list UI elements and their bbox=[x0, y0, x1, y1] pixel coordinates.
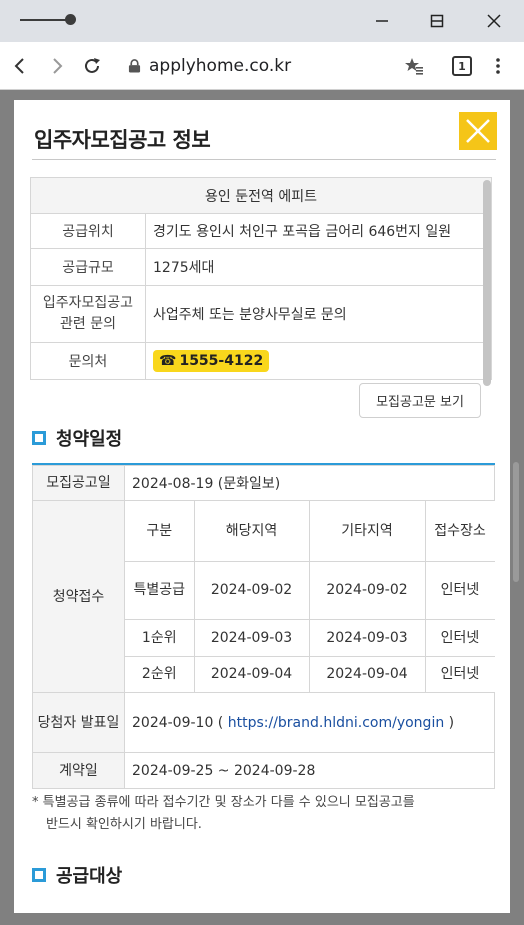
lock-icon bbox=[128, 59, 141, 73]
table-row: 공급위치 경기도 용인시 처인구 포곡읍 금어리 646번지 일원 bbox=[30, 213, 492, 249]
zoom-slider-track[interactable] bbox=[20, 19, 70, 21]
favorites-button[interactable] bbox=[400, 52, 428, 80]
supply-target-heading-text: 공급대상 bbox=[56, 866, 123, 887]
phone-icon: ☎ bbox=[159, 353, 177, 369]
close-icon bbox=[487, 14, 501, 28]
back-arrow-icon bbox=[14, 58, 24, 74]
other-date: 2024-09-02 bbox=[308, 560, 426, 620]
winner-date: 2024-09-10 ( bbox=[132, 714, 224, 731]
page-scrollbar[interactable] bbox=[513, 462, 519, 582]
inquiry-label-line1: 입주자모집공고 bbox=[42, 295, 134, 311]
footnote-line1: * 특별공급 종류에 따라 접수기간 및 장소가 다를 수 있으니 모집공고를 bbox=[32, 795, 415, 810]
modal-close-button[interactable] bbox=[459, 112, 497, 150]
complex-name: 용인 둔전역 에피트 bbox=[30, 177, 492, 214]
inquiry-label: 입주자모집공고 관련 문의 bbox=[30, 285, 146, 343]
tab-count-button[interactable]: 1 bbox=[452, 56, 472, 76]
maximize-button[interactable] bbox=[423, 8, 451, 34]
table-row: 구분 해당지역 기타지역 접수장소 bbox=[125, 501, 495, 562]
url-text: applyhome.co.kr bbox=[149, 56, 292, 76]
phone-number: 1555-4122 bbox=[179, 353, 264, 369]
table-row: 문의처 ☎ 1555-4122 bbox=[30, 342, 492, 380]
forward-arrow-icon bbox=[53, 58, 63, 74]
local-date: 2024-09-02 bbox=[193, 560, 310, 620]
reload-button[interactable] bbox=[78, 52, 106, 80]
apply-label: 청약접수 bbox=[32, 500, 125, 693]
column-header: 접수장소 bbox=[424, 501, 495, 562]
phone-badge[interactable]: ☎ 1555-4122 bbox=[153, 350, 270, 372]
table-row: 입주자모집공고 관련 문의 사업주체 또는 분양사무실로 문의 bbox=[30, 285, 492, 343]
apply-place: 인터넷 bbox=[424, 560, 495, 620]
minimize-button-2[interactable] bbox=[368, 8, 396, 34]
back-button[interactable] bbox=[6, 52, 34, 80]
schedule-footnote: * 특별공급 종류에 따라 접수기간 및 장소가 다를 수 있으니 모집공고를 … bbox=[32, 792, 500, 836]
table-row: 1순위 2024-09-03 2024-09-03 인터넷 bbox=[125, 618, 495, 657]
winner-link[interactable]: https://brand.hldni.com/yongin bbox=[228, 715, 444, 731]
column-header: 해당지역 bbox=[193, 501, 310, 562]
zoom-slider-knob[interactable] bbox=[65, 14, 76, 25]
supply-scale-value: 1275세대 bbox=[145, 248, 492, 286]
apply-place: 인터넷 bbox=[424, 618, 495, 657]
inquiry-label-line2: 관련 문의 bbox=[60, 316, 116, 332]
title-divider bbox=[32, 159, 496, 160]
maximize-icon bbox=[430, 14, 444, 28]
section-square-icon bbox=[32, 431, 46, 445]
complex-info-panel: 용인 둔전역 에피트 공급위치 경기도 용인시 처인구 포곡읍 금어리 646번… bbox=[30, 177, 492, 380]
supply-location-value: 경기도 용인시 처인구 포곡읍 금어리 646번지 일원 bbox=[145, 213, 492, 249]
table-row: 당첨자 발표일 2024-09-10 ( https://brand.hldni… bbox=[32, 692, 495, 753]
supply-target-heading: 공급대상 bbox=[32, 862, 122, 888]
supply-scale-label: 공급규모 bbox=[30, 248, 146, 286]
modal-title: 입주자모집공고 정보 bbox=[34, 128, 211, 152]
table-row: 2순위 2024-09-04 2024-09-04 인터넷 bbox=[125, 655, 495, 692]
apply-detail-table: 구분 해당지역 기타지역 접수장소 특별공급 2024-09-02 2024-0… bbox=[125, 501, 495, 692]
contract-date-label: 계약일 bbox=[32, 752, 125, 789]
local-date: 2024-09-04 bbox=[193, 655, 310, 692]
other-date: 2024-09-03 bbox=[308, 618, 426, 657]
announce-date-value: 2024-08-19 (문화일보) bbox=[124, 465, 495, 501]
more-vertical-icon bbox=[496, 58, 500, 74]
address-field[interactable]: applyhome.co.kr bbox=[128, 54, 291, 78]
minimize-icon bbox=[376, 20, 388, 22]
winner-close-paren: ) bbox=[448, 714, 455, 731]
schedule-table-wrap: 모집공고일 2024-08-19 (문화일보) 청약접수 구분 해당지역 기타지… bbox=[32, 463, 495, 789]
apply-detail-cell: 구분 해당지역 기타지역 접수장소 특별공급 2024-09-02 2024-0… bbox=[124, 500, 495, 693]
schedule-heading: 청약일정 bbox=[32, 425, 122, 451]
column-header: 기타지역 bbox=[308, 501, 426, 562]
contact-label: 문의처 bbox=[30, 342, 146, 380]
forward-button[interactable] bbox=[43, 52, 71, 80]
apply-type: 2순위 bbox=[125, 655, 195, 692]
footnote-line2: 반드시 확인하시기 바랍니다. bbox=[46, 817, 202, 832]
browser-toolbar: applyhome.co.kr 1 bbox=[0, 42, 524, 90]
inquiry-value: 사업주체 또는 분양사무실로 문의 bbox=[145, 285, 492, 343]
other-date: 2024-09-04 bbox=[308, 655, 426, 692]
apply-type: 특별공급 bbox=[125, 560, 195, 620]
column-header: 구분 bbox=[125, 501, 195, 562]
winner-date-label: 당첨자 발표일 bbox=[32, 692, 125, 753]
apply-type: 1순위 bbox=[125, 618, 195, 657]
reload-icon bbox=[85, 58, 100, 73]
table-row: 청약접수 구분 해당지역 기타지역 접수장소 특별공급 2024-09-02 2… bbox=[32, 500, 495, 693]
supply-location-label: 공급위치 bbox=[30, 213, 146, 249]
close-icon bbox=[466, 119, 490, 143]
complex-info-table: 용인 둔전역 에피트 공급위치 경기도 용인시 처인구 포곡읍 금어리 646번… bbox=[30, 177, 492, 380]
notice-info-modal: 입주자모집공고 정보 용인 둔전역 에피트 공급위치 경기도 용인시 처인구 포… bbox=[14, 100, 510, 913]
window-titlebar bbox=[0, 0, 524, 42]
local-date: 2024-09-03 bbox=[193, 618, 310, 657]
table-row: 특별공급 2024-09-02 2024-09-02 인터넷 bbox=[125, 560, 495, 620]
menu-button[interactable] bbox=[484, 52, 512, 80]
announce-date-label: 모집공고일 bbox=[32, 465, 125, 501]
contract-date-value: 2024-09-25 ~ 2024-09-28 bbox=[124, 752, 495, 789]
info-panel-scrollbar[interactable] bbox=[483, 180, 491, 386]
view-notice-button[interactable]: 모집공고문 보기 bbox=[359, 383, 481, 418]
schedule-table: 모집공고일 2024-08-19 (문화일보) 청약접수 구분 해당지역 기타지… bbox=[32, 465, 495, 789]
table-row: 모집공고일 2024-08-19 (문화일보) bbox=[32, 465, 495, 501]
table-row: 계약일 2024-09-25 ~ 2024-09-28 bbox=[32, 752, 495, 789]
close-window-button[interactable] bbox=[480, 8, 508, 34]
favorites-star-icon bbox=[405, 58, 423, 75]
section-square-icon bbox=[32, 868, 46, 882]
winner-date-value: 2024-09-10 ( https://brand.hldni.com/yon… bbox=[124, 692, 495, 753]
schedule-heading-text: 청약일정 bbox=[56, 429, 123, 450]
contact-value-cell: ☎ 1555-4122 bbox=[145, 342, 492, 380]
apply-place: 인터넷 bbox=[424, 655, 495, 692]
table-row: 공급규모 1275세대 bbox=[30, 248, 492, 286]
